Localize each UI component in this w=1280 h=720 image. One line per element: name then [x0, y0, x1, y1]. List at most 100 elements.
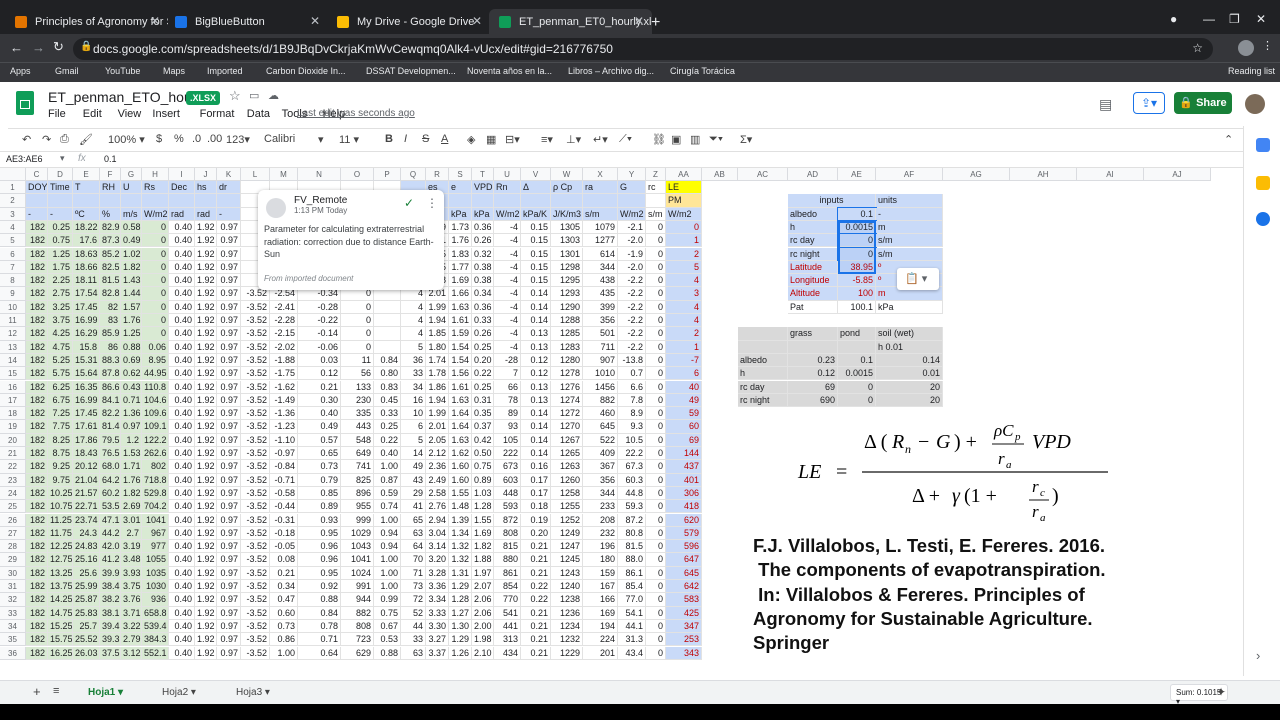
- data-cell[interactable]: 0: [142, 260, 169, 275]
- data-cell[interactable]: 87.3: [100, 234, 121, 248]
- data-cell[interactable]: 18.11: [73, 274, 100, 288]
- data-cell[interactable]: 0.08: [270, 553, 298, 567]
- data-cell[interactable]: 0.88: [121, 340, 142, 354]
- fill-color-icon[interactable]: ◈: [467, 133, 475, 146]
- data-cell[interactable]: 356: [583, 473, 618, 487]
- header-cell[interactable]: [646, 194, 666, 208]
- data-cell[interactable]: -0.18: [270, 526, 298, 541]
- add-sheet-icon[interactable]: +: [33, 684, 41, 699]
- data-cell[interactable]: 861: [494, 566, 521, 580]
- data-cell[interactable]: 0.97: [217, 220, 241, 235]
- data-cell[interactable]: 17.6: [73, 234, 100, 248]
- data-cell[interactable]: 448: [494, 486, 521, 501]
- menu-file[interactable]: File: [48, 108, 66, 120]
- data-cell[interactable]: 0.84: [374, 353, 401, 368]
- data-cell[interactable]: 0.26: [472, 234, 494, 248]
- data-cell[interactable]: 6.25: [48, 380, 73, 394]
- data-cell[interactable]: -2.2: [618, 314, 646, 328]
- record-icon[interactable]: ●: [1170, 12, 1177, 26]
- data-cell[interactable]: 1.55: [472, 513, 494, 527]
- row-header[interactable]: 24: [0, 486, 26, 501]
- row-header[interactable]: 20: [0, 433, 26, 447]
- data-cell[interactable]: 0.40: [169, 633, 195, 647]
- data-cell[interactable]: -3.52: [241, 393, 270, 408]
- data-cell[interactable]: 1263: [551, 460, 583, 474]
- data-cell[interactable]: -2.0: [618, 260, 646, 275]
- data-cell[interactable]: 1277: [583, 234, 618, 248]
- data-cell[interactable]: 0: [646, 420, 666, 434]
- data-cell[interactable]: 0.40: [169, 407, 195, 421]
- column-header[interactable]: W: [551, 168, 583, 181]
- data-cell[interactable]: 1.61: [449, 314, 472, 328]
- data-cell[interactable]: -0.71: [270, 473, 298, 487]
- surface-value[interactable]: 0: [838, 393, 876, 408]
- data-cell[interactable]: 1.76: [449, 234, 472, 248]
- data-cell[interactable]: 1.92: [195, 393, 217, 408]
- functions-icon[interactable]: Σ▾: [740, 133, 752, 146]
- data-cell[interactable]: 0: [142, 327, 169, 341]
- data-cell[interactable]: 1.00: [374, 566, 401, 580]
- data-cell[interactable]: 0.40: [169, 619, 195, 634]
- data-cell[interactable]: 15.8: [73, 340, 100, 354]
- data-cell[interactable]: 0.20: [472, 353, 494, 368]
- data-cell[interactable]: 1.92: [195, 274, 217, 288]
- data-cell[interactable]: -4: [494, 340, 521, 354]
- data-cell[interactable]: 1.63: [449, 300, 472, 314]
- data-cell[interactable]: 10.5: [618, 433, 646, 447]
- data-cell[interactable]: 3.19: [121, 540, 142, 554]
- data-cell[interactable]: 1.82: [121, 260, 142, 275]
- row-header[interactable]: 18: [0, 407, 26, 421]
- close-window-button[interactable]: ✕: [1256, 12, 1266, 26]
- data-cell[interactable]: 0: [142, 287, 169, 301]
- data-cell[interactable]: 0.40: [169, 593, 195, 607]
- data-cell[interactable]: 711: [583, 340, 618, 354]
- data-cell[interactable]: 0.67: [374, 619, 401, 634]
- data-cell[interactable]: -2.2: [618, 327, 646, 341]
- data-cell[interactable]: 0.97: [217, 407, 241, 421]
- data-cell[interactable]: 20.12: [73, 460, 100, 474]
- bookmark-item[interactable]: DSSAT Developmen...: [366, 66, 456, 76]
- data-cell[interactable]: 89: [494, 407, 521, 421]
- data-cell[interactable]: 0.40: [169, 327, 195, 341]
- data-cell[interactable]: 182: [26, 500, 48, 514]
- data-cell[interactable]: 0.75: [374, 606, 401, 620]
- column-header[interactable]: V: [521, 168, 551, 181]
- data-cell[interactable]: -3.52: [241, 486, 270, 501]
- data-cell[interactable]: 1.92: [195, 327, 217, 341]
- keep-icon[interactable]: [1256, 176, 1270, 190]
- data-cell[interactable]: 0: [646, 393, 666, 408]
- data-cell[interactable]: 2.94: [426, 513, 449, 527]
- header-cell[interactable]: kPa: [449, 207, 472, 221]
- data-cell[interactable]: 1.99: [426, 300, 449, 314]
- data-cell[interactable]: 63: [401, 526, 426, 541]
- data-cell[interactable]: 0.7: [618, 367, 646, 381]
- data-cell[interactable]: 854: [494, 580, 521, 594]
- data-cell[interactable]: 0.33: [374, 407, 401, 421]
- data-cell[interactable]: 182: [26, 287, 48, 301]
- data-cell[interactable]: 673: [494, 460, 521, 474]
- data-cell[interactable]: 0.40: [169, 447, 195, 461]
- data-cell[interactable]: 6.75: [48, 393, 73, 408]
- column-header[interactable]: AA: [666, 168, 702, 181]
- data-cell[interactable]: 1303: [551, 234, 583, 248]
- data-cell[interactable]: -2.28: [270, 314, 298, 328]
- data-cell[interactable]: 0.99: [374, 593, 401, 607]
- header-cell[interactable]: rc: [646, 181, 666, 195]
- header-cell[interactable]: DOY: [26, 181, 48, 195]
- data-cell[interactable]: 5: [401, 433, 426, 447]
- row-header[interactable]: 11: [0, 314, 26, 328]
- comment-icon[interactable]: ▣: [671, 133, 681, 146]
- data-cell[interactable]: -0.06: [298, 340, 341, 354]
- data-cell[interactable]: -4: [494, 287, 521, 301]
- data-cell[interactable]: 2: [666, 247, 702, 261]
- data-cell[interactable]: 0.03: [298, 353, 341, 368]
- column-header[interactable]: G: [121, 168, 142, 181]
- data-cell[interactable]: 603: [494, 473, 521, 487]
- data-cell[interactable]: 17.45: [73, 300, 100, 314]
- data-cell[interactable]: 0: [646, 220, 666, 235]
- data-cell[interactable]: -4: [494, 274, 521, 288]
- data-cell[interactable]: 0.57: [298, 433, 341, 447]
- data-cell[interactable]: 0.12: [298, 367, 341, 381]
- data-cell[interactable]: 1.92: [195, 353, 217, 368]
- bookmark-item[interactable]: Carbon Dioxide In...: [266, 66, 346, 76]
